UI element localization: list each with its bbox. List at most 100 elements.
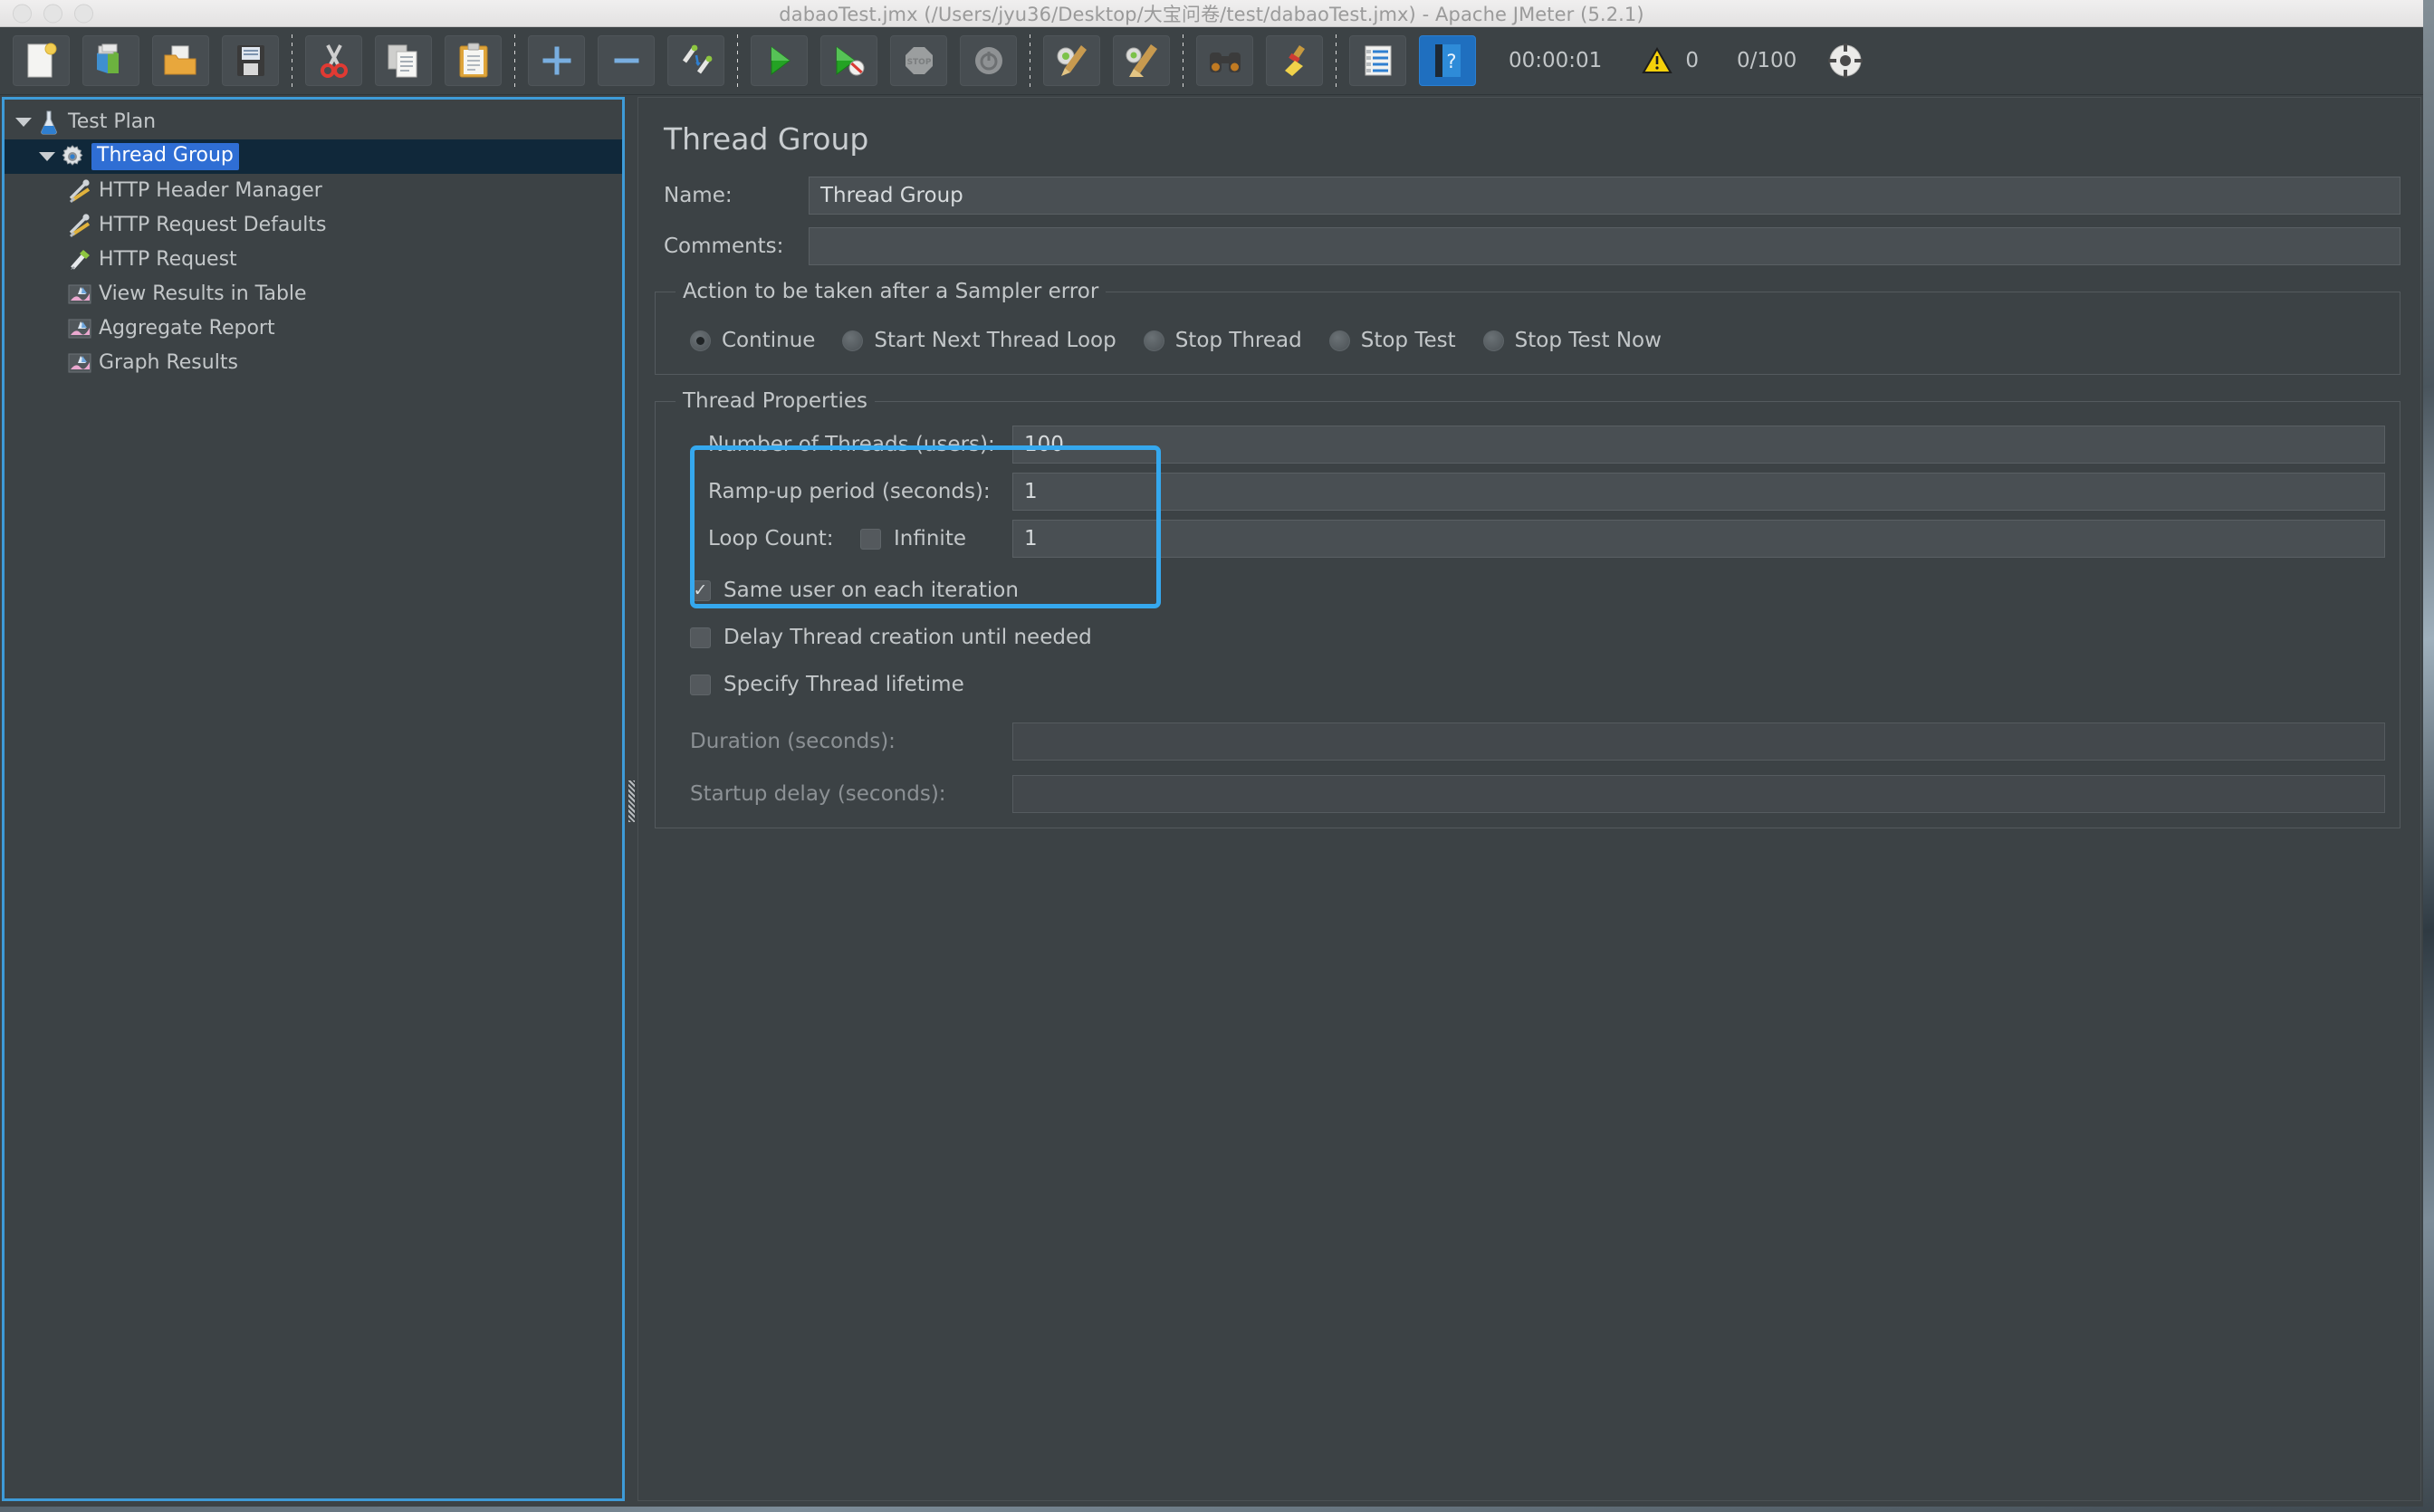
tree-item-http-request[interactable]: HTTP Request [5,243,622,277]
flask-icon [35,110,62,135]
duration-input[interactable] [1012,723,2385,761]
startup-delay-row: Startup delay (seconds): [670,775,2385,813]
radio-dot-icon[interactable] [1328,330,1350,351]
maximize-button[interactable] [74,4,93,23]
loop-count-input[interactable]: 1 [1012,520,2385,558]
close-button[interactable] [13,4,32,23]
chevron-down-icon[interactable] [12,118,35,127]
infinite-label: Infinite [894,527,966,550]
tree-item-view-results-in-table[interactable]: View Results in Table [5,277,622,311]
thread-properties-group: Thread Properties Number of Threads (use… [655,389,2400,828]
save-button[interactable] [222,35,279,86]
radio-stop-test-now[interactable]: Stop Test Now [1482,329,1662,352]
radio-label: Stop Thread [1174,329,1302,352]
thread-group-editor-panel: Thread Group Name: Thread Group Comments… [637,97,2421,1501]
name-input[interactable]: Thread Group [809,177,2400,215]
minus-icon [614,58,638,63]
tree-item-thread-group[interactable]: Thread Group [5,139,622,174]
startup-delay-input[interactable] [1012,775,2385,813]
same-user-row[interactable]: ✓ Same user on each iteration [670,567,2385,614]
tree-item-label: HTTP Request Defaults [99,214,327,236]
window-controls[interactable] [13,4,93,23]
tree-item-graph-results[interactable]: Graph Results [5,346,622,380]
tree-item-label: HTTP Header Manager [99,179,322,202]
chevron-down-icon[interactable] [35,152,59,161]
panel-splitter[interactable] [625,95,637,1507]
splitter-grip-icon[interactable] [628,780,635,822]
same-user-checkbox[interactable]: ✓ [690,579,711,601]
radio-dot-icon[interactable] [1482,330,1504,351]
pencil-icon [66,247,93,273]
delay-thread-creation-row[interactable]: Delay Thread creation until needed [670,614,2385,661]
test-plan-tree-panel[interactable]: Test Plan Thread Group HTTP Header Manag… [2,97,625,1501]
new-test-plan-button[interactable] [13,35,70,86]
toolbar-status: 00:00:01 0 0/100 [1509,43,1864,79]
specify-thread-lifetime-row[interactable]: Specify Thread lifetime [670,661,2385,708]
title-bar: dabaoTest.jmx (/Users/jyu36/Desktop/大宝问卷… [0,0,2423,27]
jmeter-window: dabaoTest.jmx (/Users/jyu36/Desktop/大宝问卷… [0,0,2423,1507]
ramp-up-label: Ramp-up period (seconds): [708,480,991,503]
radio-start-next-thread-loop[interactable]: Start Next Thread Loop [842,329,1116,352]
radio-stop-test[interactable]: Stop Test [1328,329,1456,352]
search-button[interactable] [1196,35,1253,86]
radio-dot-icon[interactable] [690,330,711,351]
toolbar-separator [514,34,515,87]
comments-input[interactable] [809,227,2400,265]
sampler-error-group: Action to be taken after a Sampler error… [655,280,2400,375]
wrench-icon [66,213,93,238]
shutdown-button[interactable] [960,35,1017,86]
tree-item-label: Thread Group [91,143,239,170]
specify-thread-lifetime-checkbox[interactable] [690,674,711,695]
reset-search-button[interactable] [1266,35,1323,86]
play-green-icon [771,46,791,75]
thread-gauge-icon [1828,43,1864,78]
infinite-checkbox[interactable] [860,528,881,550]
tree-item-aggregate-report[interactable]: Aggregate Report [5,311,622,346]
help-button[interactable]: ? [1419,35,1476,86]
start-button[interactable] [751,35,808,86]
name-label: Name: [664,184,733,207]
radio-continue[interactable]: Continue [690,329,815,352]
clear-all-button[interactable] [1113,35,1170,86]
tree-item-label: Aggregate Report [99,317,275,340]
gear-broom-icon [1057,45,1087,76]
play-no-pauses-icon [836,46,864,76]
broom-icon [1126,44,1157,77]
clear-button[interactable] [1043,35,1100,86]
start-no-pauses-button[interactable] [820,35,877,86]
collapse-all-button[interactable] [598,35,655,86]
radio-dot-icon[interactable] [842,330,864,351]
chart-icon [66,283,93,305]
loop-count-label: Loop Count: [708,527,834,550]
templates-button[interactable] [82,35,139,86]
minimize-button[interactable] [43,4,62,23]
stop-button[interactable]: STOP [890,35,947,86]
delay-thread-creation-checkbox[interactable] [690,627,711,648]
tree-item-http-header-manager[interactable]: HTTP Header Manager [5,174,622,208]
radio-label: Start Next Thread Loop [874,329,1116,352]
cut-button[interactable] [305,35,362,86]
gear-icon [59,145,86,168]
svg-text:?: ? [1446,51,1456,72]
tree-item-test-plan[interactable]: Test Plan [5,105,622,139]
help-book-icon: ? [1434,44,1461,77]
duration-label: Duration (seconds): [690,730,896,753]
radio-dot-icon[interactable] [1143,330,1164,351]
name-row: Name: Thread Group [655,177,2400,215]
open-button[interactable] [152,35,209,86]
copy-button[interactable] [375,35,432,86]
sampler-error-legend: Action to be taken after a Sampler error [683,280,1099,303]
radio-stop-thread[interactable]: Stop Thread [1143,329,1302,352]
svg-text:STOP: STOP [906,58,931,67]
number-of-threads-input[interactable]: 100 [1012,426,2385,464]
radio-label: Stop Test [1360,329,1456,352]
ramp-up-input[interactable]: 1 [1012,473,2385,511]
test-plan-tree[interactable]: Test Plan Thread Group HTTP Header Manag… [5,100,622,380]
expand-all-button[interactable] [528,35,585,86]
toggle-button[interactable] [667,35,724,86]
paste-button[interactable] [445,35,502,86]
tree-item-http-request-defaults[interactable]: HTTP Request Defaults [5,208,622,243]
function-helper-button[interactable] [1349,35,1406,86]
specify-thread-lifetime-label: Specify Thread lifetime [723,673,964,696]
open-folder-icon [164,45,196,75]
